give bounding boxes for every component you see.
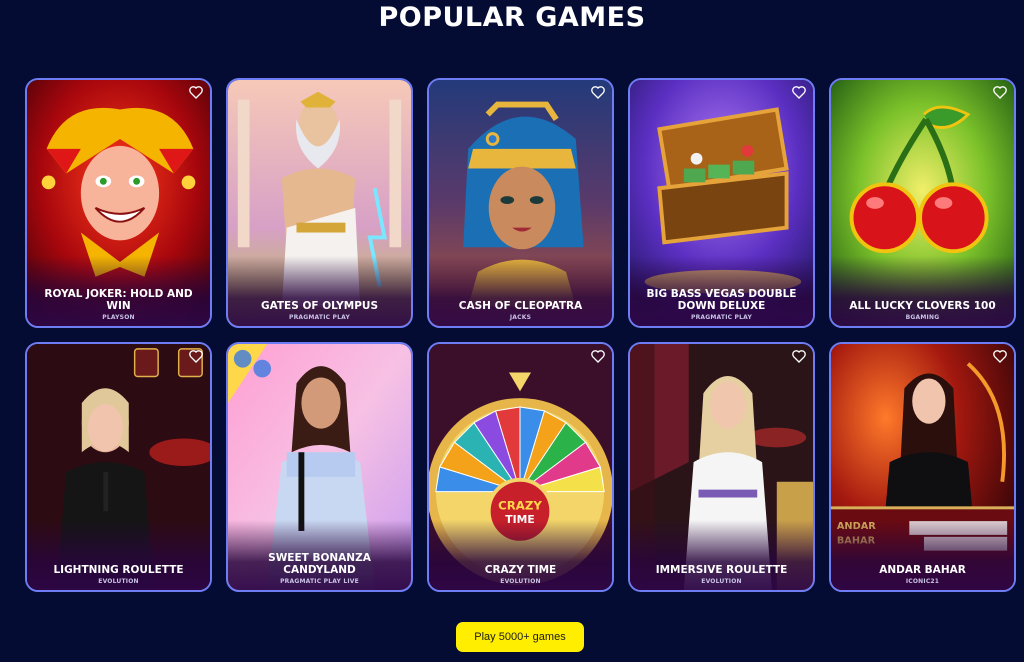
game-card[interactable]: LIGHTNING ROULETTE EVOLUTION — [25, 342, 212, 592]
game-card[interactable]: CASH OF CLEOPATRA JACKS — [427, 78, 614, 328]
game-title: ALL LUCKY CLOVERS 100 — [849, 300, 996, 312]
game-provider: PRAGMATIC PLAY LIVE — [280, 578, 359, 585]
game-provider: PLAYSON — [102, 314, 135, 321]
heart-icon[interactable] — [188, 84, 204, 100]
svg-text:CRAZY: CRAZY — [498, 498, 542, 512]
game-provider: EVOLUTION — [701, 578, 742, 585]
game-card[interactable]: ANDAR BAHAR ANDAR BAHAR ICONIC21 — [829, 342, 1016, 592]
game-provider: EVOLUTION — [98, 578, 139, 585]
game-title: SWEET BONANZA CANDYLAND — [268, 552, 371, 576]
games-grid: ROYAL JOKER: HOLD AND WIN PLAYSON GATES — [25, 78, 1016, 592]
game-card[interactable]: BIG BASS VEGAS DOUBLE DOWN DELUXE PRAGMA… — [628, 78, 815, 328]
game-provider: ICONIC21 — [905, 578, 940, 585]
game-provider: JACKS — [509, 314, 532, 321]
game-title: ANDAR BAHAR — [879, 564, 966, 576]
game-card[interactable]: GATES OF OLYMPUS PRAGMATIC PLAY — [226, 78, 413, 328]
game-title: CRAZY TIME — [484, 564, 557, 576]
heart-icon[interactable] — [791, 348, 807, 364]
game-card[interactable]: IMMERSIVE ROULETTE EVOLUTION — [628, 342, 815, 592]
heart-icon[interactable] — [791, 84, 807, 100]
heart-icon[interactable] — [590, 348, 606, 364]
game-title: GATES OF OLYMPUS — [260, 300, 379, 312]
game-title: BIG BASS VEGAS DOUBLE DOWN DELUXE — [646, 288, 797, 312]
game-title: CASH OF CLEOPATRA — [458, 300, 583, 312]
game-title: LIGHTNING ROULETTE — [53, 564, 184, 576]
game-card[interactable]: ROYAL JOKER: HOLD AND WIN PLAYSON — [25, 78, 212, 328]
heart-icon[interactable] — [590, 84, 606, 100]
game-title: IMMERSIVE ROULETTE — [655, 564, 788, 576]
game-provider: BGAMING — [905, 314, 940, 321]
game-provider: EVOLUTION — [500, 578, 541, 585]
section-title: POPULAR GAMES — [378, 2, 646, 33]
heart-icon[interactable] — [188, 348, 204, 364]
heart-icon[interactable] — [992, 348, 1008, 364]
play-all-games-button[interactable]: Play 5000+ games — [456, 622, 584, 652]
game-provider: PRAGMATIC PLAY — [691, 314, 752, 321]
game-title: ROYAL JOKER: HOLD AND WIN — [44, 288, 193, 312]
game-card[interactable]: ALL LUCKY CLOVERS 100 BGAMING — [829, 78, 1016, 328]
game-provider: PRAGMATIC PLAY — [289, 314, 350, 321]
game-card[interactable]: SWEET BONANZA CANDYLAND PRAGMATIC PLAY L… — [226, 342, 413, 592]
heart-icon[interactable] — [992, 84, 1008, 100]
game-card[interactable]: CRAZY TIME CRAZY TIME EVOLUTION — [427, 342, 614, 592]
